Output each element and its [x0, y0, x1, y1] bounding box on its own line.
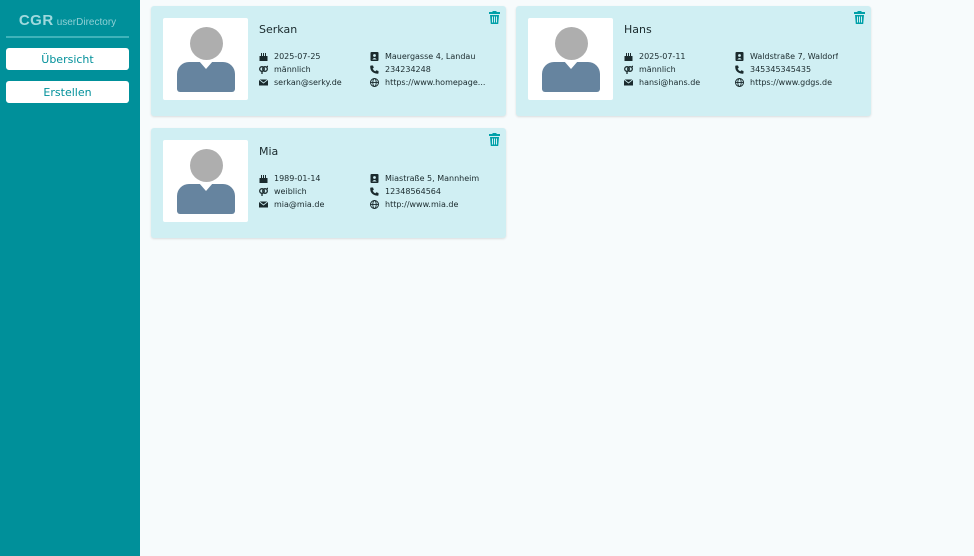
user-card: Hans 2025-07-11 männlich hansi@hans.de W…: [516, 6, 871, 116]
logo-main-text: CGR: [18, 12, 54, 29]
address-row: Miastraße 5, Mannheim: [370, 172, 479, 184]
phone-icon: [735, 65, 744, 74]
phone-icon: [370, 187, 379, 196]
trash-icon[interactable]: [489, 133, 500, 146]
phone-value: 234234248: [385, 64, 431, 74]
birthday-value: 1989-01-14: [274, 173, 321, 183]
trash-icon[interactable]: [489, 11, 500, 24]
app-logo: CGR userDirectory: [6, 12, 129, 38]
nav-create-button[interactable]: Erstellen: [6, 81, 129, 103]
gender-icon: [259, 65, 268, 74]
user-name: Hans: [624, 23, 652, 36]
website-link[interactable]: https://www.gdgs.de: [750, 78, 832, 87]
email-value: serkan@serky.de: [274, 77, 342, 87]
phone-row: 12348564564: [370, 185, 441, 197]
email-row: mia@mia.de: [259, 198, 324, 210]
gender-value: männlich: [639, 64, 676, 74]
address-value: Mauergasse 4, Landau: [385, 51, 476, 61]
email-value: mia@mia.de: [274, 199, 325, 209]
email-row: serkan@serky.de: [259, 76, 342, 88]
website-link[interactable]: https://www.homepage...: [385, 78, 485, 87]
email-value: hansi@hans.de: [639, 77, 701, 87]
address-row: Mauergasse 4, Landau: [370, 50, 475, 62]
cake-icon: [259, 52, 268, 61]
gender-icon: [259, 187, 268, 196]
website-row: https://www.gdgs.de: [735, 76, 832, 88]
website-row: https://www.homepage...: [370, 76, 485, 88]
cake-icon: [624, 52, 633, 61]
address-row: Waldstraße 7, Waldorf: [735, 50, 838, 62]
avatar: [528, 18, 613, 100]
gender-value: männlich: [274, 64, 311, 74]
phone-value: 345345345435: [750, 64, 812, 74]
logo-sub-text: userDirectory: [56, 17, 117, 28]
address-value: Miastraße 5, Mannheim: [385, 173, 480, 183]
avatar: [163, 18, 248, 100]
phone-icon: [370, 65, 379, 74]
address-book-icon: [735, 51, 744, 61]
gender-icon: [624, 65, 633, 74]
gender-row: männlich: [259, 63, 311, 75]
globe-icon: [735, 77, 744, 87]
sidebar: CGR userDirectory Übersicht Erstellen: [0, 0, 140, 556]
user-card: Serkan 2025-07-25 männlich serkan@serky.…: [151, 6, 506, 116]
user-name: Serkan: [259, 23, 298, 36]
birthday-row: 2025-07-11: [624, 50, 686, 62]
gender-row: männlich: [624, 63, 676, 75]
trash-icon[interactable]: [854, 11, 865, 24]
globe-icon: [370, 77, 379, 87]
globe-icon: [370, 199, 379, 209]
birthday-value: 2025-07-25: [274, 51, 321, 61]
birthday-row: 2025-07-25: [259, 50, 321, 62]
envelope-icon: [259, 78, 268, 85]
birthday-row: 1989-01-14: [259, 172, 321, 184]
avatar: [163, 140, 248, 222]
gender-value: weiblich: [274, 186, 307, 196]
website-row: http://www.mia.de: [370, 198, 458, 210]
user-name: Mia: [259, 145, 279, 158]
address-book-icon: [370, 173, 379, 183]
envelope-icon: [259, 200, 268, 207]
envelope-icon: [624, 78, 633, 85]
address-value: Waldstraße 7, Waldorf: [750, 51, 839, 61]
gender-row: weiblich: [259, 185, 307, 197]
phone-value: 12348564564: [385, 186, 441, 196]
user-card: Mia 1989-01-14 weiblich mia@mia.de Miast…: [151, 128, 506, 238]
phone-row: 234234248: [370, 63, 431, 75]
cake-icon: [259, 174, 268, 183]
email-row: hansi@hans.de: [624, 76, 700, 88]
phone-row: 345345345435: [735, 63, 811, 75]
address-book-icon: [370, 51, 379, 61]
website-link[interactable]: http://www.mia.de: [385, 200, 458, 209]
nav-overview-button[interactable]: Übersicht: [6, 48, 129, 70]
birthday-value: 2025-07-11: [639, 51, 686, 61]
